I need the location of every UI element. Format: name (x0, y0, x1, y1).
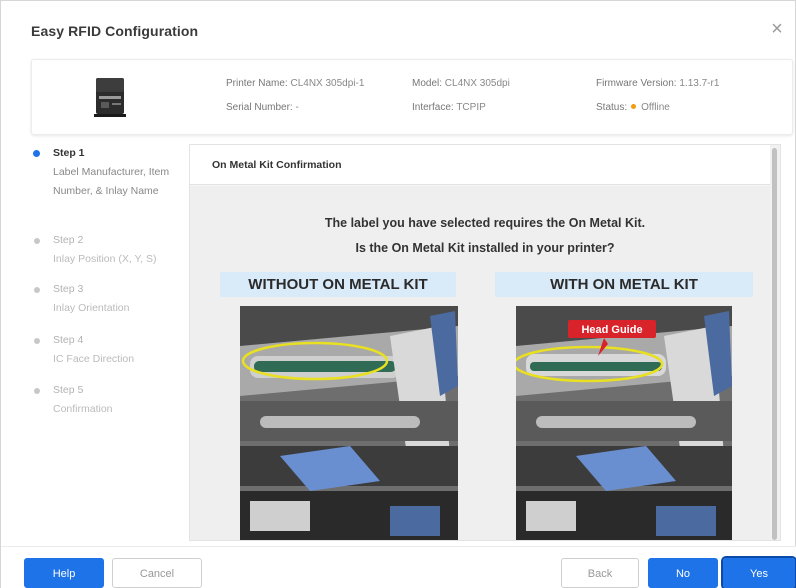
serial-value: - (295, 102, 299, 113)
printer-name: Printer Name: CL4NX 305dpi-1 (226, 78, 364, 89)
serial-label: Serial Number: (226, 102, 293, 113)
content-scrollbar[interactable] (770, 145, 780, 540)
question-message: Is the On Metal Kit installed in your pr… (355, 241, 615, 255)
without-kit-photo (240, 306, 458, 540)
content-panel: On Metal Kit Confirmation The label you … (189, 144, 781, 541)
printer-icon (94, 78, 126, 117)
dialog-footer: Help Cancel Back No Yes (1, 546, 796, 588)
easy-rfid-dialog: Easy RFID Configuration × Printer Name: … (0, 0, 796, 588)
head-guide-callout: Head Guide (581, 324, 642, 336)
printer-name-value: CL4NX 305dpi-1 (290, 78, 365, 89)
step-description: Confirmation (53, 403, 113, 415)
content-header: On Metal Kit Confirmation (190, 145, 780, 185)
step-number: Step 3 (53, 283, 84, 295)
content-title: On Metal Kit Confirmation (212, 159, 342, 171)
dialog-title: Easy RFID Configuration (31, 23, 199, 39)
without-kit-heading: WITHOUT ON METAL KIT (220, 272, 456, 297)
step-dot-icon (34, 388, 40, 394)
printer-status: Status: Offline (596, 102, 670, 113)
printer-model: Model: CL4NX 305dpi (412, 78, 510, 89)
step-active-dot-icon (33, 150, 40, 157)
help-button[interactable]: Help (24, 558, 104, 588)
printer-info-card: Printer Name: CL4NX 305dpi-1 Model: CL4N… (31, 59, 793, 135)
firmware-label: Firmware Version: (596, 78, 677, 89)
printer-firmware: Firmware Version: 1.13.7-r1 (596, 78, 719, 89)
requirement-message: The label you have selected requires the… (324, 216, 646, 230)
content-body: The label you have selected requires the… (190, 186, 780, 540)
status-label: Status: (596, 102, 628, 113)
dialog-titlebar: Easy RFID Configuration × (1, 1, 796, 55)
printer-name-label: Printer Name: (226, 78, 288, 89)
firmware-value: 1.13.7-r1 (679, 78, 720, 89)
status-dot-icon (631, 104, 637, 110)
step-number: Step 1 (53, 147, 85, 159)
step-dot-icon (34, 287, 40, 293)
steps-sidebar: Step 1 Label Manufacturer, Item Number, … (31, 141, 187, 541)
step-description: Inlay Position (X, Y, S) (53, 253, 157, 265)
with-kit-photo: Head Guide (516, 306, 732, 540)
step-number: Step 5 (53, 384, 84, 396)
step-number: Step 4 (53, 334, 84, 346)
step-number: Step 2 (53, 234, 84, 246)
with-kit-heading: WITH ON METAL KIT (495, 272, 753, 297)
step-description: IC Face Direction (53, 353, 135, 365)
close-icon[interactable]: × (765, 17, 789, 41)
interface-label: Interface: (412, 102, 454, 113)
back-button[interactable]: Back (561, 558, 639, 588)
step-description: Label Manufacturer, Item Number, & Inlay… (53, 166, 170, 197)
no-button[interactable]: No (648, 558, 718, 588)
scrollbar-thumb[interactable] (772, 148, 777, 540)
step-dot-icon (34, 338, 40, 344)
cancel-button[interactable]: Cancel (112, 558, 202, 588)
printer-serial: Serial Number: - (226, 102, 299, 113)
status-value: Offline (641, 102, 670, 113)
interface-value: TCPIP (456, 102, 486, 113)
printer-interface: Interface: TCPIP (412, 102, 486, 113)
step-description: Inlay Orientation (53, 302, 130, 314)
printer-model-value: CL4NX 305dpi (444, 78, 510, 89)
printer-model-label: Model: (412, 78, 443, 89)
yes-button[interactable]: Yes (721, 556, 796, 588)
step-dot-icon (34, 238, 40, 244)
